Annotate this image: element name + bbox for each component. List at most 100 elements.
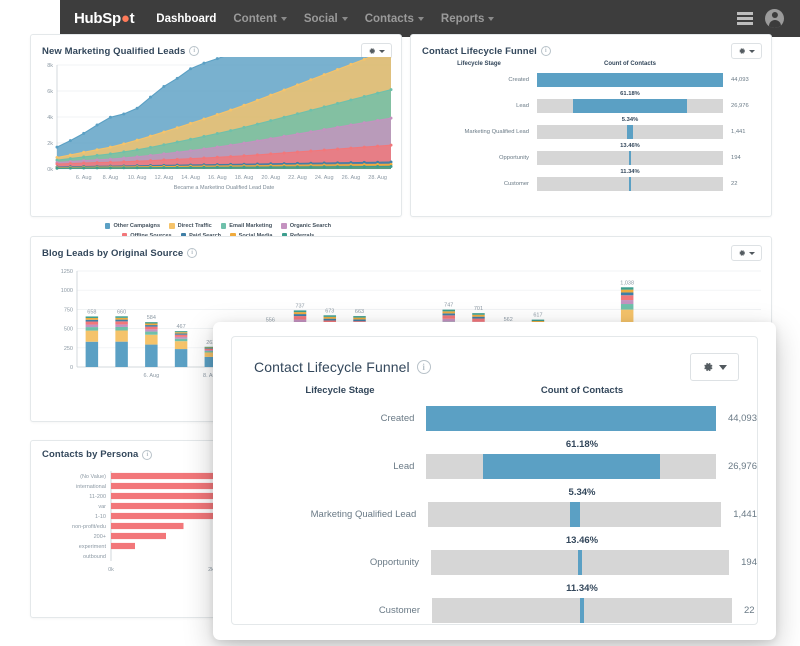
stacked-bar-segment [85, 341, 99, 367]
stacked-bar-segment [323, 316, 337, 319]
stacked-bar-segment [85, 316, 99, 318]
funnel-value: 194 [731, 155, 741, 161]
bar-value-label: 701 [474, 306, 483, 312]
stacked-bar-segment [174, 349, 188, 367]
x-tick: 20. Aug [261, 175, 280, 181]
funnel-header-row: Lifecycle Stage Count of Contacts [260, 385, 757, 396]
funnel-row[interactable]: Customer 22 [260, 598, 757, 623]
bar-value-label: 658 [87, 309, 96, 315]
info-icon[interactable]: i [189, 46, 200, 56]
stacked-bar-segment [145, 323, 158, 326]
funnel-stage-label: Created [380, 413, 415, 424]
column-header-lifecycle-stage: Lifecycle Stage [305, 385, 375, 396]
stacked-bar-segment [85, 321, 99, 325]
stacked-bar-segment [323, 315, 337, 317]
bar-value-label: 660 [117, 309, 126, 315]
funnel-value: 44,093 [731, 77, 749, 83]
funnel-value: 44,093 [727, 413, 757, 424]
y-tick: 0 [70, 365, 73, 371]
funnel-row[interactable]: Marketing Qualified Lead 1,441 [429, 125, 771, 139]
info-icon[interactable]: i [187, 248, 198, 258]
stacked-bar-segment [145, 325, 158, 327]
stacked-bar-segment [531, 319, 545, 322]
stacked-bar-segment [115, 316, 128, 318]
funnel-row[interactable]: Lead 26,976 [260, 454, 757, 479]
legend-swatch [281, 223, 287, 229]
funnel-stage-label: Opportunity [499, 155, 529, 161]
stacked-bar-segment [353, 319, 366, 322]
logo-text-pre: HubSp [74, 10, 121, 27]
stacked-bar-segment [85, 330, 99, 342]
hubspot-logo[interactable]: HubSp●t [74, 10, 135, 27]
funnel-stage-label: Created [508, 77, 529, 83]
funnel-bar-fill [626, 125, 634, 139]
stacked-bar-segment [85, 317, 99, 320]
nav-item-dashboard[interactable]: Dashboard [156, 13, 216, 25]
funnel-conversion-percent: 13.46% [565, 535, 599, 546]
x-tick: 18. Aug [235, 175, 254, 181]
modal-settings-button[interactable] [690, 353, 739, 381]
nav-item-content[interactable]: Content [233, 12, 287, 25]
x-tick: 0k [108, 567, 114, 573]
info-icon[interactable]: i [416, 360, 431, 374]
funnel-row[interactable]: Lead 26,976 [429, 99, 771, 113]
funnel-conversion-percent: 5.34% [621, 117, 639, 123]
stacked-bar-segment [174, 331, 188, 333]
card-settings-button[interactable] [731, 43, 762, 59]
funnel-row[interactable]: Customer 22 [429, 177, 771, 191]
funnel-row[interactable]: Marketing Qualified Lead 1,441 [260, 502, 757, 527]
stacked-bar-segment [174, 333, 188, 335]
stacked-bar-segment [442, 311, 455, 314]
x-tick: 26. Aug [342, 175, 361, 181]
legend-item[interactable]: Email Marketing [220, 223, 272, 229]
stacked-bar-segment [115, 341, 128, 367]
info-icon[interactable]: i [540, 46, 551, 56]
funnel-row[interactable]: Created 44,093 [429, 73, 771, 87]
area-chart-mql: 0k 2k 4k 6k 8k 6. Aug 8. Aug 10. Aug 12. Aug 14. … [47, 57, 393, 189]
stacked-bar-segment [115, 319, 128, 322]
user-avatar-icon[interactable] [765, 9, 784, 28]
funnel-conversion-percent: 11.34% [566, 583, 598, 594]
nav-item-social[interactable]: Social [304, 13, 348, 25]
funnel-row[interactable]: Opportunity 194 [260, 550, 757, 575]
funnel-chart-large: Lifecycle Stage Count of Contacts Created 4… [232, 385, 757, 623]
x-axis-label: Became a Marketing Qualified Lead Date [174, 185, 275, 189]
funnel-value: 22 [744, 605, 755, 616]
x-tick: 6. Aug [76, 175, 92, 181]
stacked-bar-segment [115, 324, 128, 327]
chevron-down-icon [280, 16, 287, 21]
card-settings-button[interactable] [731, 245, 762, 261]
legend-swatch [104, 223, 111, 229]
hamburger-icon[interactable] [737, 12, 753, 25]
gear-icon [368, 47, 376, 55]
funnel-row[interactable]: Created 44,093 [260, 406, 757, 431]
card-title-text: Contact Lifecycle Funnel [422, 45, 537, 57]
card-title-text: Contacts by Persona [42, 449, 139, 460]
card-header: Contact Lifecycle Funnel i [411, 35, 771, 59]
card-title-text: Blog Leads by Original Source [42, 247, 184, 259]
stacked-bar-segment [145, 329, 158, 332]
funnel-stage-label: Customer [378, 605, 420, 616]
bar-value-label: 673 [325, 308, 334, 314]
nav-item-reports[interactable]: Reports [441, 13, 495, 25]
dashboard-app: HubSp●t Dashboard Content Social Contact… [0, 0, 800, 646]
info-icon[interactable]: i [142, 449, 153, 460]
nav-item-contacts[interactable]: Contacts [365, 13, 424, 25]
bar-value-label: 584 [147, 315, 156, 321]
funnel-row[interactable]: Opportunity 194 [429, 151, 771, 165]
funnel-bar-fill [482, 454, 660, 479]
stacked-bar-segment [145, 344, 158, 367]
funnel-bar-track [426, 454, 716, 479]
legend-item[interactable]: Direct Traffic [169, 223, 212, 229]
funnel-bar-track [431, 550, 730, 575]
funnel-stage-label: Lead [393, 461, 415, 472]
stacked-bar-segment [293, 316, 307, 320]
legend-item[interactable]: Other Campaigns [104, 223, 160, 229]
nav-label-content: Content [233, 12, 277, 25]
legend-item[interactable]: Organic Search [281, 223, 331, 229]
funnel-value: 22 [731, 181, 738, 187]
y-tick: 0k [47, 167, 53, 173]
category-label: non-profit/edu [72, 524, 106, 530]
chevron-down-icon [749, 251, 755, 255]
